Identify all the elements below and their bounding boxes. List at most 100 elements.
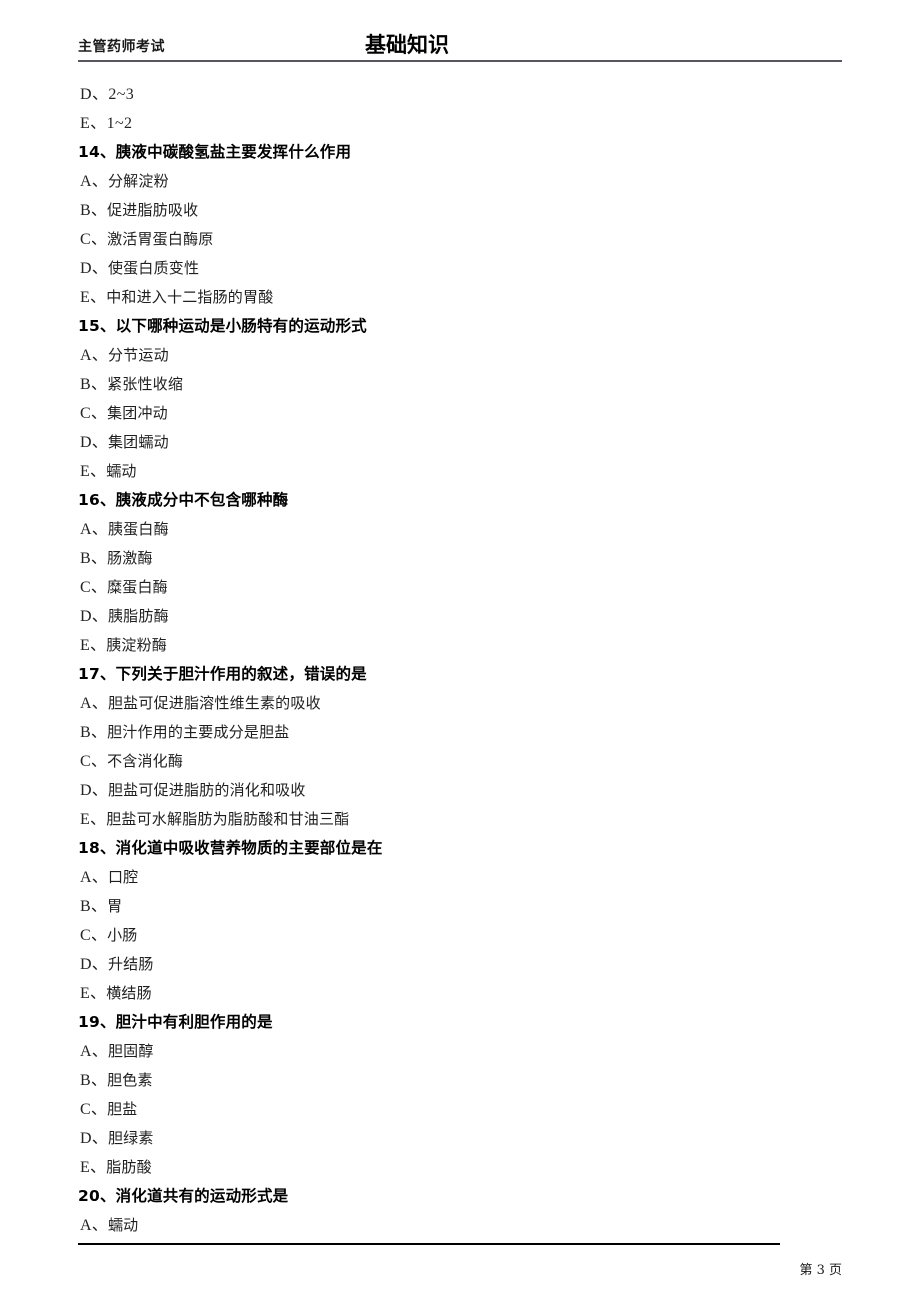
option-text: 蠕动	[107, 1216, 139, 1234]
option-text: 中和进入十二指肠的胃酸	[106, 288, 274, 306]
option-letter: A、	[80, 1043, 108, 1060]
question-block: 20、消化道共有的运动形式是 A、蠕动	[78, 1182, 842, 1240]
option-text: 糜蛋白酶	[107, 578, 168, 596]
question-option: A、胰蛋白酶	[78, 515, 842, 544]
option-letter: A、	[80, 869, 108, 886]
option-text: 胃	[107, 897, 123, 915]
header-exam-name: 主管药师考试	[78, 39, 165, 55]
option-letter: D、	[80, 434, 108, 451]
question-option: B、肠激酶	[78, 544, 842, 573]
question-option: D、使蛋白质变性	[78, 254, 842, 283]
option-text: 胆盐可促进脂肪的消化和吸收	[107, 781, 306, 799]
question-option: E、胰淀粉酶	[78, 631, 842, 660]
option-letter: A、	[80, 173, 108, 190]
question-title: 15、以下哪种运动是小肠特有的运动形式	[78, 317, 367, 335]
option-text: 胰蛋白酶	[107, 520, 169, 538]
option-text: 胆色素	[107, 1071, 153, 1089]
question-option: C、激活胃蛋白酶原	[78, 225, 842, 254]
option-text: 胆盐	[107, 1100, 138, 1118]
option-letter: C、	[80, 579, 108, 596]
questions-container: 14、胰液中碳酸氢盐主要发挥什么作用 A、分解淀粉 B、促进脂肪吸收 C、激活胃蛋白酶…	[78, 138, 842, 1240]
option-text: 胆盐可促进脂溶性维生素的吸收	[107, 694, 321, 712]
option-text: 集团蠕动	[107, 433, 169, 451]
option-text: 肠激酶	[107, 549, 153, 567]
page-number: 第 3 页	[799, 1263, 842, 1278]
option-letter: E、	[80, 637, 107, 654]
question-option: D、胆盐可促进脂肪的消化和吸收	[78, 776, 842, 805]
question-title: 20、消化道共有的运动形式是	[78, 1187, 289, 1205]
question-option: E、中和进入十二指肠的胃酸	[78, 283, 842, 312]
question-option: C、胆盐	[78, 1095, 842, 1124]
option-letter: C、	[80, 753, 108, 770]
question-option: A、蠕动	[78, 1211, 842, 1240]
option-letter: B、	[80, 724, 108, 741]
question-option: A、分解淀粉	[78, 167, 842, 196]
option-letter: D、	[80, 782, 108, 799]
question-option: E、蠕动	[78, 457, 842, 486]
option-text: 不含消化酶	[107, 752, 184, 770]
option-text: 小肠	[107, 926, 138, 944]
question-option: E、胆盐可水解脂肪为脂肪酸和甘油三酯	[78, 805, 842, 834]
option-text: 蠕动	[106, 462, 137, 480]
question-list: D、2~3 E、1~2 14、胰液中碳酸氢盐主要发挥什么作用 A、分解淀粉 B、促进脂…	[78, 80, 842, 1240]
option-text: 集团冲动	[107, 404, 168, 422]
question-title: 16、胰液成分中不包含哪种酶	[78, 491, 289, 509]
option-letter: C、	[80, 405, 108, 422]
continued-option: D、2~3	[80, 86, 135, 103]
option-letter: C、	[80, 231, 108, 248]
option-text: 分节运动	[107, 346, 169, 364]
question-block: 19、胆汁中有利胆作用的是 A、胆固醇 B、胆色素 C、胆盐 D、胆绿素 E、脂肪酸	[78, 1008, 842, 1182]
question-title: 17、下列关于胆汁作用的叙述，错误的是	[78, 665, 367, 683]
option-text: 胆汁作用的主要成分是胆盐	[107, 723, 290, 741]
option-letter: E、	[80, 1159, 107, 1176]
question-option: B、紧张性收缩	[78, 370, 842, 399]
question-option: E、横结肠	[78, 979, 842, 1008]
question-option: E、脂肪酸	[78, 1153, 842, 1182]
option-letter: B、	[80, 1072, 108, 1089]
question-option: B、胆汁作用的主要成分是胆盐	[78, 718, 842, 747]
option-letter: D、	[80, 956, 108, 973]
question-option: B、胆色素	[78, 1066, 842, 1095]
question-option: C、集团冲动	[78, 399, 842, 428]
question-block: 18、消化道中吸收营养物质的主要部位是在 A、口腔 B、胃 C、小肠 D、升结肠 E、横结…	[78, 834, 842, 1008]
question-option: B、促进脂肪吸收	[78, 196, 842, 225]
option-text: 分解淀粉	[107, 172, 169, 190]
question-option: A、胆固醇	[78, 1037, 842, 1066]
question-block: 16、胰液成分中不包含哪种酶 A、胰蛋白酶 B、肠激酶 C、糜蛋白酶 D、胰脂肪酶 E、胰…	[78, 486, 842, 660]
option-text: 脂肪酸	[106, 1158, 152, 1176]
option-letter: D、	[80, 608, 108, 625]
option-text: 横结肠	[106, 984, 152, 1002]
question-option: A、分节运动	[78, 341, 842, 370]
option-letter: A、	[80, 347, 108, 364]
option-letter: E、	[80, 985, 107, 1002]
question-block: 14、胰液中碳酸氢盐主要发挥什么作用 A、分解淀粉 B、促进脂肪吸收 C、激活胃蛋白酶…	[78, 138, 842, 312]
option-text: 胰淀粉酶	[106, 636, 167, 654]
option-letter: A、	[80, 1217, 108, 1234]
question-title: 19、胆汁中有利胆作用的是	[78, 1013, 273, 1031]
question-option: A、胆盐可促进脂溶性维生素的吸收	[78, 689, 842, 718]
option-text: 促进脂肪吸收	[107, 201, 199, 219]
option-letter: C、	[80, 1101, 108, 1118]
question-option: D、集团蠕动	[78, 428, 842, 457]
question-title: 18、消化道中吸收营养物质的主要部位是在	[78, 839, 383, 857]
option-letter: D、	[80, 260, 108, 277]
option-letter: C、	[80, 927, 108, 944]
question-option: C、不含消化酶	[78, 747, 842, 776]
option-text: 口腔	[107, 868, 139, 886]
question-block: 15、以下哪种运动是小肠特有的运动形式 A、分节运动 B、紧张性收缩 C、集团冲动 D、…	[78, 312, 842, 486]
option-text: 胆固醇	[107, 1042, 154, 1060]
option-letter: D、	[80, 1130, 108, 1147]
option-text: 胆盐可水解脂肪为脂肪酸和甘油三酯	[106, 810, 350, 828]
option-letter: E、	[80, 463, 107, 480]
question-option: D、胆绿素	[78, 1124, 842, 1153]
option-text: 激活胃蛋白酶原	[107, 230, 214, 248]
option-letter: B、	[80, 898, 108, 915]
option-letter: B、	[80, 550, 108, 567]
option-text: 胰脂肪酶	[107, 607, 169, 625]
option-letter: A、	[80, 521, 108, 538]
leading-options-group: D、2~3 E、1~2	[78, 80, 842, 138]
document-page: 主管药师考试 基础知识 D、2~3 E、1~2 14、胰液中碳酸氢盐主要发挥什么作…	[0, 0, 920, 1302]
continued-option: E、1~2	[80, 115, 133, 132]
question-block: 17、下列关于胆汁作用的叙述，错误的是 A、胆盐可促进脂溶性维生素的吸收 B、胆汁作…	[78, 660, 842, 834]
question-title: 14、胰液中碳酸氢盐主要发挥什么作用	[78, 143, 352, 161]
